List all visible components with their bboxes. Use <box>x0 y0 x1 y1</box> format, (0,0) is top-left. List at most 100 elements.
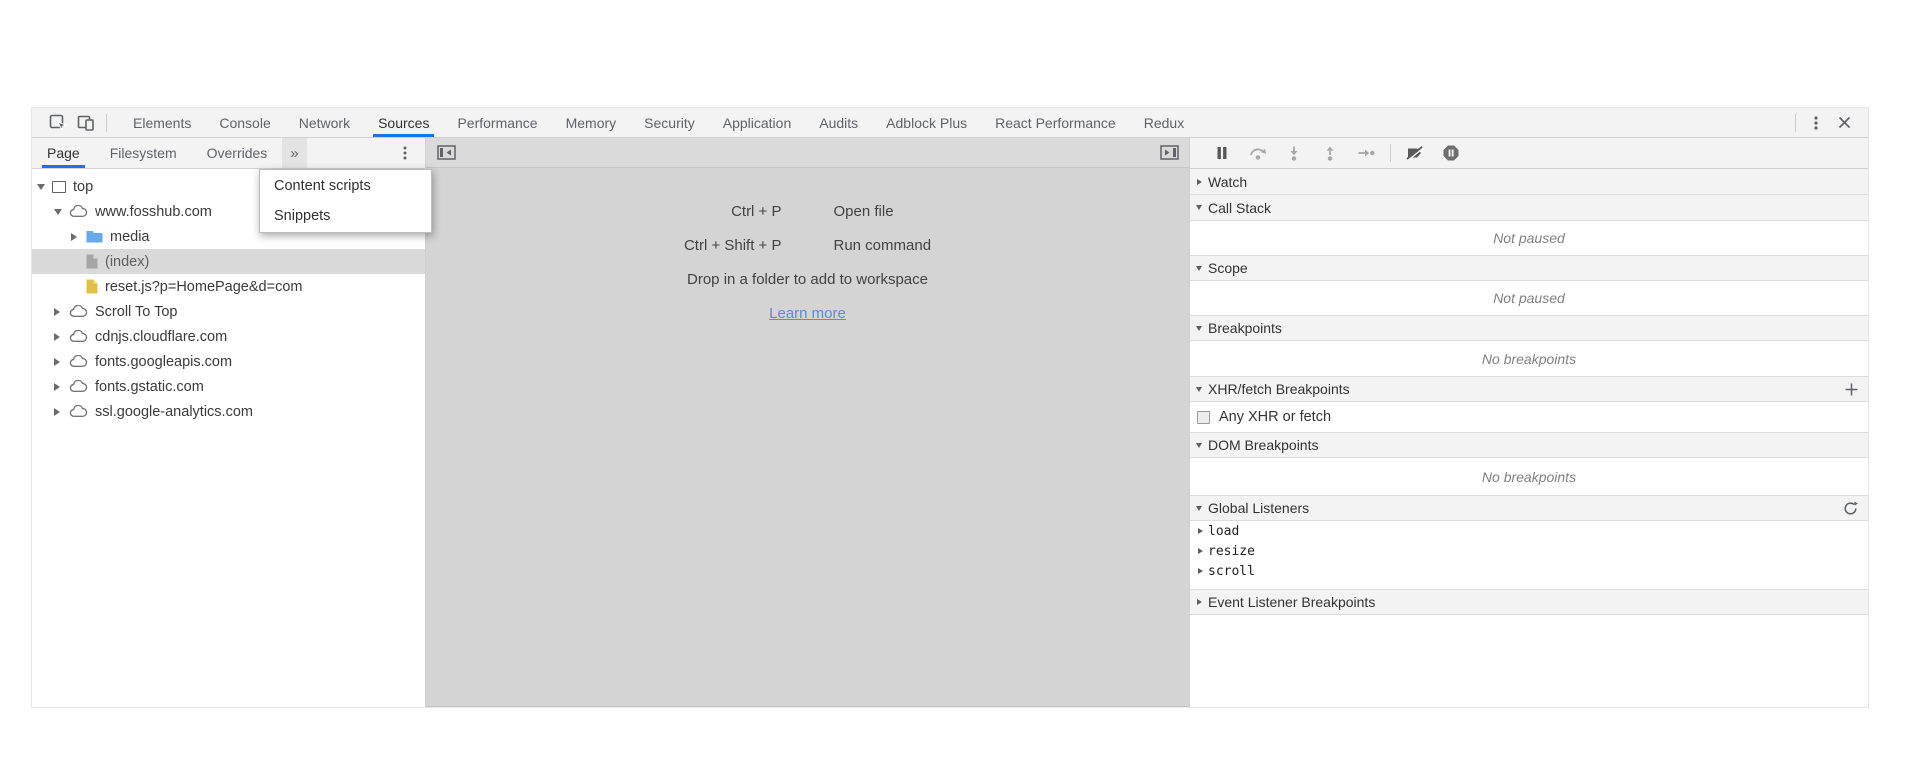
tab-adblock-plus[interactable]: Adblock Plus <box>872 108 981 137</box>
section-call-stack[interactable]: Call Stack <box>1190 195 1868 221</box>
expand-arrow-icon <box>1198 528 1203 534</box>
breakpoints-status: No breakpoints <box>1190 341 1868 376</box>
step-out-icon[interactable] <box>1312 140 1348 166</box>
expand-arrow-icon[interactable] <box>54 408 68 416</box>
menu-item-content-scripts[interactable]: Content scripts <box>260 171 431 201</box>
listener-resize[interactable]: resize <box>1190 541 1868 561</box>
dom-breakpoints-status: No breakpoints <box>1190 458 1868 495</box>
script-file-icon <box>86 279 98 294</box>
expand-arrow-icon[interactable] <box>54 358 68 366</box>
section-global-listeners[interactable]: Global Listeners <box>1190 495 1868 521</box>
expand-arrow-icon <box>1198 568 1203 574</box>
expand-arrow-icon[interactable] <box>54 383 68 391</box>
section-event-listener-breakpoints[interactable]: Event Listener Breakpoints <box>1190 589 1868 615</box>
cloud-icon <box>69 305 88 318</box>
tree-row-domain[interactable]: fonts.gstatic.com <box>32 374 425 399</box>
toolbar-divider <box>106 114 107 132</box>
navigator-kebab-menu-icon[interactable] <box>391 140 419 166</box>
tree-row-index-selected[interactable]: (index) <box>32 249 425 274</box>
tab-performance[interactable]: Performance <box>443 108 551 137</box>
shortcut-row: Ctrl + P Open file <box>426 194 1189 228</box>
tab-memory[interactable]: Memory <box>552 108 631 137</box>
more-tabs-button[interactable]: » <box>282 138 306 168</box>
collapse-arrow-icon <box>1190 179 1208 185</box>
collapse-arrow-icon <box>1190 443 1208 448</box>
close-icon[interactable] <box>1830 110 1858 136</box>
section-xhr-breakpoints[interactable]: XHR/fetch Breakpoints <box>1190 376 1868 402</box>
main-toolbar: Elements Console Network Sources Perform… <box>32 108 1868 138</box>
tab-elements[interactable]: Elements <box>119 108 205 137</box>
tab-security[interactable]: Security <box>630 108 709 137</box>
menu-item-snippets[interactable]: Snippets <box>260 201 431 231</box>
learn-more-link[interactable]: Learn more <box>769 305 846 322</box>
listener-load[interactable]: load <box>1190 521 1868 541</box>
navigator-tab-overrides[interactable]: Overrides <box>192 138 283 168</box>
refresh-global-listeners-icon[interactable] <box>1843 496 1858 520</box>
tab-application[interactable]: Application <box>709 108 806 137</box>
tree-row-domain[interactable]: ssl.google-analytics.com <box>32 399 425 424</box>
pause-script-execution-icon[interactable] <box>1204 140 1240 166</box>
shortcut-action: Run command <box>808 237 1190 254</box>
tree-row-script[interactable]: reset.js?p=HomePage&d=com <box>32 274 425 299</box>
collapse-arrow-icon <box>1190 599 1208 605</box>
file-icon <box>86 254 98 269</box>
add-xhr-breakpoint-icon[interactable] <box>1845 377 1858 401</box>
deactivate-breakpoints-icon[interactable] <box>1397 140 1433 166</box>
file-tree: top www.fosshub.com media <box>32 169 425 707</box>
step-over-icon[interactable] <box>1240 140 1276 166</box>
cloud-icon <box>69 405 88 418</box>
tab-console[interactable]: Console <box>205 108 284 137</box>
section-breakpoints[interactable]: Breakpoints <box>1190 315 1868 341</box>
hide-debugger-sidebar-icon[interactable] <box>1155 140 1183 166</box>
editor-tab-strip <box>426 138 1189 168</box>
shortcut-action: Open file <box>808 203 1190 220</box>
collapse-arrow-icon <box>1190 205 1208 210</box>
expand-arrow-icon[interactable] <box>54 308 68 316</box>
expand-arrow-icon[interactable] <box>54 209 68 215</box>
editor-placeholder: Ctrl + P Open file Ctrl + Shift + P Run … <box>426 168 1189 706</box>
tree-row-domain[interactable]: Scroll To Top <box>32 299 425 324</box>
collapse-arrow-icon <box>1190 387 1208 392</box>
section-dom-breakpoints[interactable]: DOM Breakpoints <box>1190 432 1868 458</box>
device-toolbar-icon[interactable] <box>72 110 100 136</box>
hide-navigator-icon[interactable] <box>432 140 460 166</box>
shortcut-keys: Ctrl + P <box>426 203 808 220</box>
collapse-arrow-icon <box>1190 506 1208 511</box>
tab-sources[interactable]: Sources <box>364 108 443 137</box>
navigator-tab-page[interactable]: Page <box>32 138 95 168</box>
expand-arrow-icon[interactable] <box>54 333 68 341</box>
debugger-sidebar: Watch Call Stack Not paused Scope Not pa… <box>1189 138 1868 707</box>
pause-on-exceptions-icon[interactable] <box>1433 140 1469 166</box>
kebab-menu-icon[interactable] <box>1802 110 1830 136</box>
shortcut-row: Ctrl + Shift + P Run command <box>426 228 1189 262</box>
expand-arrow-icon[interactable] <box>37 184 51 190</box>
drop-hint-text: Drop in a folder to add to workspace <box>426 262 1189 296</box>
cloud-icon <box>69 205 88 218</box>
tab-react-performance[interactable]: React Performance <box>981 108 1130 137</box>
editor-pane: Ctrl + P Open file Ctrl + Shift + P Run … <box>426 138 1189 707</box>
inspect-element-icon[interactable] <box>44 110 72 136</box>
tab-redux[interactable]: Redux <box>1130 108 1198 137</box>
collapse-arrow-icon <box>1190 326 1208 331</box>
main-tab-list: Elements Console Network Sources Perform… <box>119 108 1198 137</box>
tree-row-domain[interactable]: cdnjs.cloudflare.com <box>32 324 425 349</box>
scope-status: Not paused <box>1190 281 1868 315</box>
section-scope[interactable]: Scope <box>1190 255 1868 281</box>
call-stack-status: Not paused <box>1190 221 1868 255</box>
toolbar-divider <box>1795 114 1796 132</box>
tree-row-domain[interactable]: fonts.googleapis.com <box>32 349 425 374</box>
section-watch[interactable]: Watch <box>1190 169 1868 195</box>
listener-scroll[interactable]: scroll <box>1190 561 1868 581</box>
any-xhr-checkbox[interactable] <box>1197 411 1210 424</box>
folder-icon <box>86 230 103 243</box>
expand-arrow-icon[interactable] <box>71 233 85 241</box>
navigator-toolbar: Page Filesystem Overrides » <box>32 138 425 169</box>
step-into-icon[interactable] <box>1276 140 1312 166</box>
tab-audits[interactable]: Audits <box>805 108 872 137</box>
tab-network[interactable]: Network <box>285 108 364 137</box>
collapse-arrow-icon <box>1190 266 1208 271</box>
frame-icon <box>52 181 66 193</box>
cloud-icon <box>69 330 88 343</box>
navigator-tab-filesystem[interactable]: Filesystem <box>95 138 192 168</box>
step-icon[interactable] <box>1348 140 1384 166</box>
